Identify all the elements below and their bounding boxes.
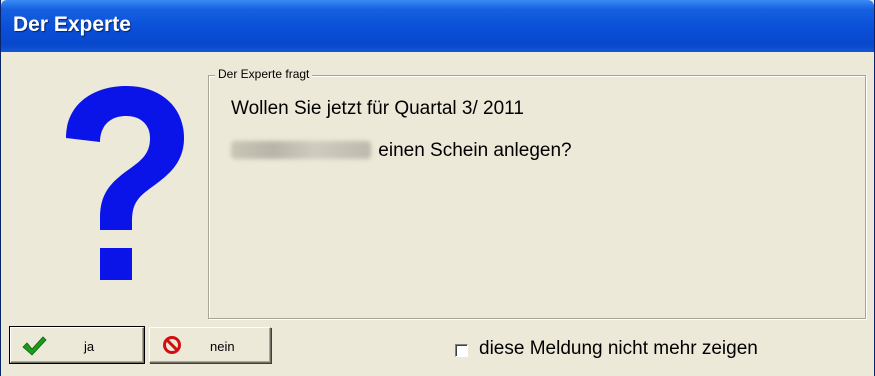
yes-button-label: ja	[84, 339, 95, 354]
no-entry-icon	[163, 336, 181, 354]
no-button-label: nein	[210, 339, 235, 354]
window-title: Der Experte	[13, 13, 131, 36]
dont-show-again-checkbox[interactable]	[455, 343, 468, 357]
no-button[interactable]: nein	[149, 327, 271, 363]
question-mark-icon	[66, 86, 184, 280]
dont-show-again-label[interactable]: diese Meldung nicht mehr zeigen	[479, 338, 758, 360]
message-line-1: Wollen Sie jetzt für Quartal 3/ 2011	[231, 98, 524, 119]
title-bar[interactable]: Der Experte	[1, 0, 874, 52]
groupbox-legend: Der Experte fragt	[215, 67, 313, 81]
message-line-2: einen Schein anlegen?	[231, 140, 572, 162]
message-line-2-text: einen Schein anlegen?	[378, 140, 572, 161]
dont-show-again-option[interactable]: diese Meldung nicht mehr zeigen	[455, 338, 758, 361]
check-icon	[22, 336, 47, 356]
yes-button[interactable]: ja	[9, 326, 145, 364]
redacted-patient-name	[231, 141, 371, 159]
dialog-window: Der Experte Der Experte fragt Wollen Sie…	[0, 0, 875, 376]
